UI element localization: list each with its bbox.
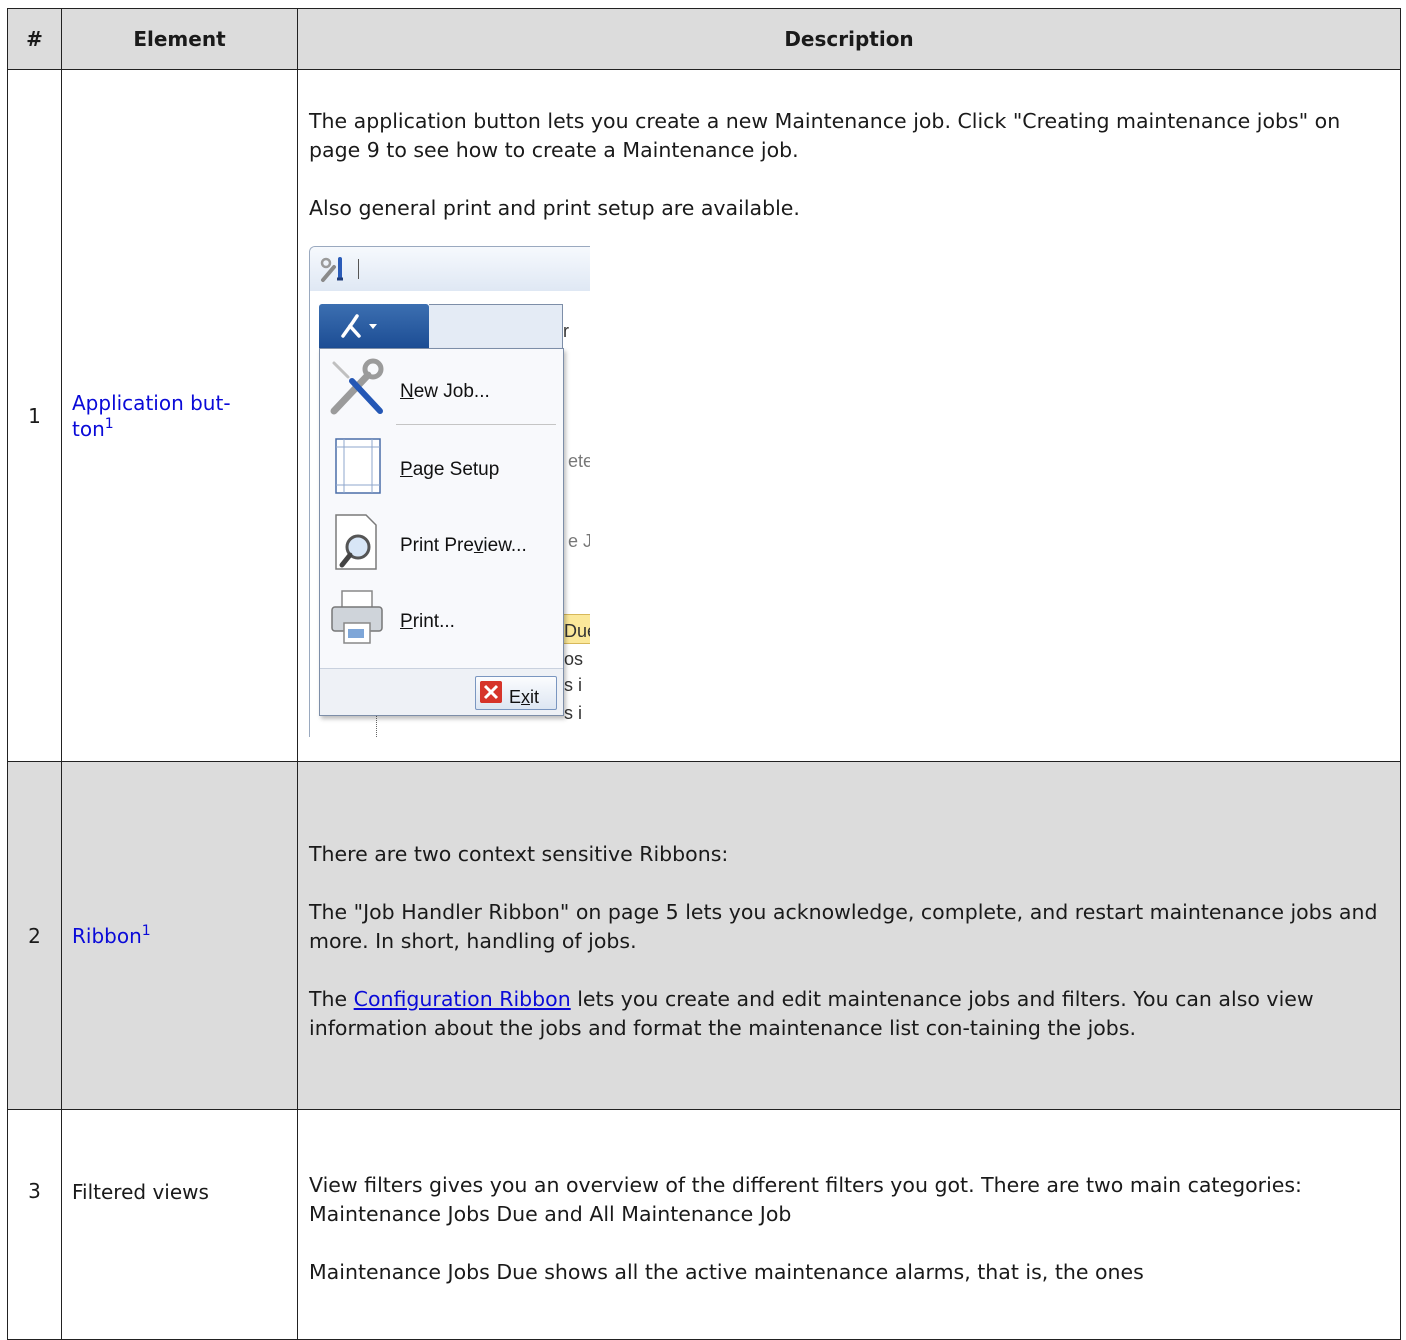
menu-item-label: New Job... bbox=[400, 380, 490, 402]
table-row: 3 Filtered views View filters gives you … bbox=[7, 1109, 1401, 1340]
quick-access-toolbar bbox=[310, 246, 590, 292]
header-element: Element bbox=[61, 8, 298, 70]
header-number: # bbox=[7, 8, 62, 70]
table-row: 1 Application but-ton1 The application b… bbox=[7, 69, 1401, 762]
app-logo-dropdown-icon bbox=[341, 313, 377, 338]
description-table: # Element Description 1 Application but-… bbox=[7, 8, 1401, 1340]
menu-item-label: Page Setup bbox=[400, 458, 500, 480]
footnote-marker: 1 bbox=[141, 922, 151, 939]
element-label-line2: ton bbox=[72, 416, 105, 441]
description-paragraph: The application button lets you create a… bbox=[309, 108, 1341, 162]
tools-icon bbox=[320, 256, 343, 282]
description-paragraph: View filters gives you an overview of th… bbox=[309, 1172, 1302, 1226]
application-menu: New Job... Page Setup Print Preview... P… bbox=[319, 347, 564, 716]
row-number: 3 bbox=[7, 1109, 62, 1340]
menu-item-new-job[interactable]: New Job... bbox=[320, 351, 563, 421]
header-description: Description bbox=[297, 8, 1401, 70]
description-paragraph: Maintenance Jobs Due shows all the activ… bbox=[309, 1259, 1144, 1284]
background-fragment: s i bbox=[564, 702, 582, 723]
background-fragment: r bbox=[563, 320, 569, 341]
element-cell: Ribbon1 bbox=[61, 761, 298, 1110]
description-paragraph: There are two context sensitive Ribbons: bbox=[309, 841, 729, 866]
element-label-line1: Application but- bbox=[72, 390, 231, 415]
close-icon bbox=[480, 680, 502, 703]
element-cell: Filtered views bbox=[61, 1109, 298, 1340]
page-setup-icon bbox=[335, 437, 381, 494]
description-cell: There are two context sensitive Ribbons:… bbox=[297, 761, 1401, 1110]
background-fragment: ete bbox=[568, 450, 590, 471]
description-cell: The application button lets you create a… bbox=[297, 69, 1401, 762]
exit-button[interactable]: Exit bbox=[475, 675, 557, 710]
menu-item-print[interactable]: Print... bbox=[320, 581, 563, 651]
menu-footer: Exit bbox=[320, 667, 563, 715]
description-paragraph: The "Job Handler Ribbon" on page 5 lets … bbox=[309, 899, 1378, 953]
background-fragment: Due bbox=[564, 620, 590, 641]
menu-item-print-preview[interactable]: Print Preview... bbox=[320, 505, 563, 575]
description-paragraph: The Configuration Ribbon lets you create… bbox=[309, 986, 1314, 1040]
print-preview-icon bbox=[335, 513, 377, 570]
exit-label: Exit bbox=[509, 686, 540, 707]
description-cell: View filters gives you an overview of th… bbox=[297, 1109, 1401, 1340]
table-header-row: # Element Description bbox=[7, 8, 1401, 70]
table-row: 2 Ribbon1 There are two context sensitiv… bbox=[7, 761, 1401, 1110]
element-cell: Application but-ton1 bbox=[61, 69, 298, 762]
printer-icon bbox=[331, 589, 383, 644]
footnote-marker: 1 bbox=[104, 415, 114, 432]
menu-item-label: Print... bbox=[400, 610, 455, 632]
description-paragraph: Also general print and print setup are a… bbox=[309, 195, 800, 220]
row-number: 2 bbox=[7, 761, 62, 1110]
application-menu-screenshot: r ete e J Due os s i s i bbox=[309, 245, 590, 737]
menu-item-label: Print Preview... bbox=[400, 534, 527, 556]
background-fragment: e J bbox=[568, 530, 590, 551]
configuration-ribbon-link[interactable]: Configuration Ribbon bbox=[354, 987, 571, 1011]
wrench-screwdriver-icon bbox=[330, 358, 384, 414]
background-fragment: os bbox=[564, 648, 584, 669]
menu-separator bbox=[396, 423, 556, 425]
ribbon-link[interactable]: Ribbon1 bbox=[72, 924, 151, 948]
menu-item-page-setup[interactable]: Page Setup bbox=[320, 429, 563, 499]
application-button[interactable] bbox=[319, 303, 429, 348]
row-number: 1 bbox=[7, 69, 62, 762]
menu-header-band bbox=[429, 303, 563, 349]
background-fragment: s i bbox=[564, 674, 582, 695]
toolbar-separator bbox=[358, 258, 359, 279]
application-button-link[interactable]: Application but-ton1 bbox=[72, 391, 231, 441]
